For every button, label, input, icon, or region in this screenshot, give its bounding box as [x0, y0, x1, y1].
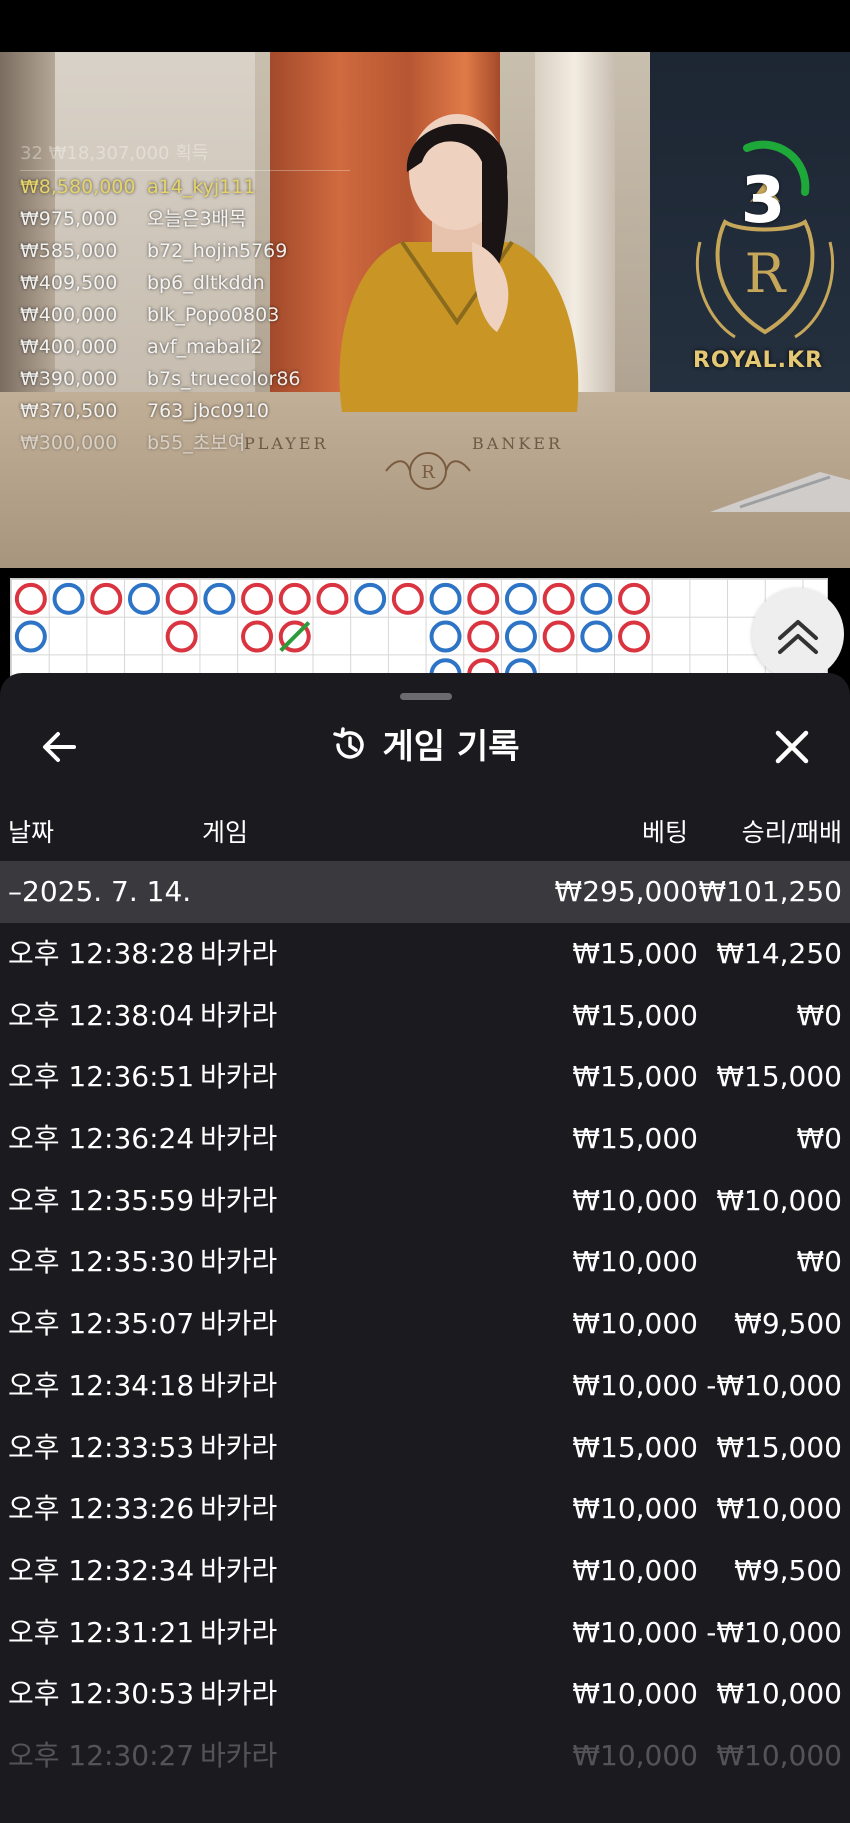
- winner-item: ₩390,000 b7s_truecolor86: [20, 368, 301, 390]
- history-row[interactable]: 오후 12:34:18 바카라 ₩10,000 -₩10,000: [0, 1355, 850, 1417]
- table-logo-icon: R: [385, 452, 471, 490]
- date-group-label: –2025. 7. 14.: [8, 875, 192, 908]
- history-row[interactable]: 오후 12:30:27 바카라 ₩10,000 ₩10,000: [0, 1725, 850, 1787]
- double-chevron-up-icon: [778, 620, 818, 654]
- road-bead: [467, 582, 500, 615]
- felt-banker-label: BANKER: [472, 434, 563, 453]
- winner-item: ₩409,500 bp6_dltkddn: [20, 272, 265, 294]
- history-row[interactable]: 오후 12:35:07 바카라 ₩10,000 ₩9,500: [0, 1293, 850, 1355]
- winner-item: ₩8,580,000 a14_kyj111: [20, 176, 256, 198]
- svg-text:R: R: [745, 242, 787, 305]
- column-header-game: 게임: [202, 818, 249, 847]
- close-button[interactable]: [766, 721, 818, 773]
- date-group-row[interactable]: –2025. 7. 14. ₩295,000 ₩101,250: [0, 861, 850, 923]
- history-row[interactable]: 오후 12:33:53 바카라 ₩15,000 ₩15,000: [0, 1417, 850, 1479]
- winner-item: ₩400,000 blk_Popo0803: [20, 304, 280, 326]
- road-bead: [429, 620, 462, 653]
- road-bead: [203, 582, 236, 615]
- history-row[interactable]: 오후 12:38:28 바카라 ₩15,000 ₩14,250: [0, 923, 850, 985]
- winner-item: ₩300,000 b55_초보여: [20, 432, 246, 454]
- winner-item: ₩585,000 b72_hojin5769: [20, 240, 288, 262]
- winners-total: 32 ₩18,307,000 획득: [20, 140, 350, 171]
- road-bead: [580, 620, 613, 653]
- road-bead: [542, 582, 575, 615]
- history-row[interactable]: 오후 12:31:21 바카라 ₩10,000 -₩10,000: [0, 1602, 850, 1664]
- road-bead: [278, 582, 311, 615]
- history-row[interactable]: 오후 12:35:59 바카라 ₩10,000 ₩10,000: [0, 1170, 850, 1232]
- road-bead: [580, 582, 613, 615]
- road-bead: [165, 620, 198, 653]
- history-row[interactable]: 오후 12:38:04 바카라 ₩15,000 ₩0: [0, 985, 850, 1047]
- winners-list: 32 ₩18,307,000 획득 ₩8,580,000 a14_kyj111 ₩…: [20, 140, 350, 459]
- road-bead: [542, 620, 575, 653]
- history-list: 오후 12:38:28 바카라 ₩15,000 ₩14,250 오후 12:38:04…: [0, 923, 850, 1787]
- road-bead: [90, 582, 123, 615]
- history-row[interactable]: 오후 12:32:34 바카라 ₩10,000 ₩9,500: [0, 1540, 850, 1602]
- winner-item: ₩370,500 763_jbc0910: [20, 400, 269, 422]
- countdown-timer: 3: [740, 164, 786, 238]
- road-bead: [241, 582, 274, 615]
- svg-text:R: R: [421, 462, 435, 483]
- history-row[interactable]: 오후 12:30:53 바카라 ₩10,000 ₩10,000: [0, 1663, 850, 1725]
- table-header: 날짜 게임 베팅 승리/패배: [0, 813, 850, 849]
- column-header-result: 승리/패배: [741, 818, 842, 847]
- road-bead: [504, 582, 537, 615]
- road-bead: [14, 582, 47, 615]
- date-group-bet-total: ₩295,000: [554, 875, 698, 908]
- winner-item: ₩975,000 오늘은3배목: [20, 208, 247, 230]
- road-bead: [618, 582, 651, 615]
- game-history-sheet: 게임 기록 날짜 게임 베팅 승리/패배 –2025. 7. 14. ₩295,…: [0, 673, 850, 1823]
- road-bead: [467, 620, 500, 653]
- road-bead: [354, 582, 387, 615]
- road-bead: [316, 582, 349, 615]
- road-bead: [391, 582, 424, 615]
- winner-item: ₩400,000 avf_mabali2: [20, 336, 263, 358]
- history-row[interactable]: 오후 12:33:26 바카라 ₩10,000 ₩10,000: [0, 1478, 850, 1540]
- brand-text: ROYAL.KR: [692, 348, 824, 373]
- live-video[interactable]: PLAYER BANKER R R ROYAL.KR 3 32 ₩18,307,…: [0, 52, 850, 568]
- road-bead: [14, 620, 47, 653]
- date-group-result-total: ₩101,250: [698, 875, 842, 908]
- road-bead: [429, 582, 462, 615]
- road-bead: [241, 620, 274, 653]
- sheet-title: 게임 기록: [0, 719, 850, 768]
- history-row[interactable]: 오후 12:35:30 바카라 ₩10,000 ₩0: [0, 1231, 850, 1293]
- sheet-drag-handle[interactable]: [400, 693, 452, 700]
- sheet-title-text: 게임 기록: [382, 727, 520, 767]
- road-bead: [618, 620, 651, 653]
- road-bead: [165, 582, 198, 615]
- road-bead: [127, 582, 160, 615]
- dealer-figure: [339, 114, 579, 412]
- history-row[interactable]: 오후 12:36:51 바카라 ₩15,000 ₩15,000: [0, 1046, 850, 1108]
- road-bead: [504, 620, 537, 653]
- road-bead: [52, 582, 85, 615]
- card-shoe: [710, 472, 850, 512]
- column-header-date: 날짜: [8, 818, 55, 847]
- column-header-bet: 베팅: [641, 818, 688, 847]
- expand-roads-button[interactable]: [752, 588, 844, 680]
- history-icon: [332, 727, 364, 759]
- history-row[interactable]: 오후 12:36:24 바카라 ₩15,000 ₩0: [0, 1108, 850, 1170]
- close-icon: [775, 730, 809, 764]
